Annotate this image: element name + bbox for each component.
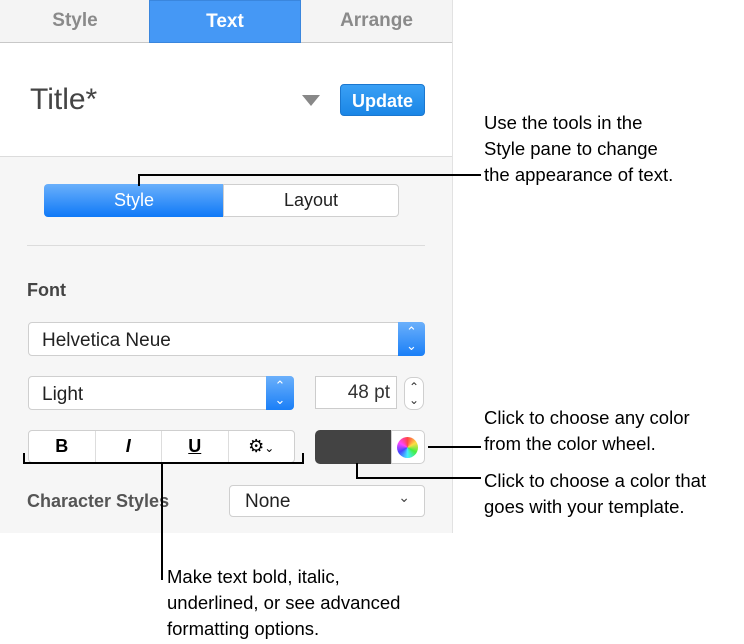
callout-style-pane: Use the tools in the Style pane to change… xyxy=(484,112,674,185)
update-button[interactable]: Update xyxy=(340,84,425,116)
paragraph-style-name[interactable]: Title* xyxy=(30,83,97,117)
chevron-updown-icon: ⌃ ⌄ xyxy=(266,376,294,410)
typeface-select[interactable]: Light ⌃ ⌄ xyxy=(28,376,294,410)
character-styles-value: None xyxy=(245,491,291,512)
font-family-value: Helvetica Neue xyxy=(42,330,171,351)
font-size-stepper[interactable]: ⌃ ⌄ xyxy=(404,377,424,410)
font-family-select[interactable]: Helvetica Neue ⌃ ⌄ xyxy=(28,322,425,356)
text-color-well[interactable] xyxy=(315,430,392,464)
character-styles-label: Character Styles xyxy=(27,491,170,511)
color-wheel-button[interactable] xyxy=(391,430,425,464)
callout-color-wheel: Click to choose any color from the color … xyxy=(484,407,690,454)
character-styles-select[interactable]: None ⌄ xyxy=(229,485,425,517)
paragraph-style-area: Title* Update xyxy=(0,43,452,157)
callout-line xyxy=(428,446,481,448)
typeface-value: Light xyxy=(42,384,84,405)
chevron-updown-icon: ⌃ ⌄ xyxy=(398,322,425,356)
segment-style[interactable]: Style xyxy=(44,184,224,217)
divider xyxy=(27,245,425,246)
tab-style[interactable]: Style xyxy=(0,0,150,43)
tab-text[interactable]: Text xyxy=(149,0,301,43)
callout-bracket xyxy=(23,453,304,464)
font-size-input[interactable]: 48 pt xyxy=(315,376,397,409)
callout-line xyxy=(356,477,481,479)
color-wheel-icon xyxy=(397,437,418,458)
dropdown-triangle-icon[interactable] xyxy=(302,95,320,106)
chevron-down-icon: ⌄ xyxy=(398,489,410,505)
callout-format: Make text bold, italic, underlined, or se… xyxy=(167,566,401,639)
tab-arrange[interactable]: Arrange xyxy=(301,0,452,43)
callout-color-well: Click to choose a color that goes with yo… xyxy=(484,470,707,517)
segment-layout[interactable]: Layout xyxy=(223,184,399,217)
callout-line xyxy=(161,463,163,580)
callout-line xyxy=(138,174,481,176)
font-section-label: Font xyxy=(27,280,66,300)
